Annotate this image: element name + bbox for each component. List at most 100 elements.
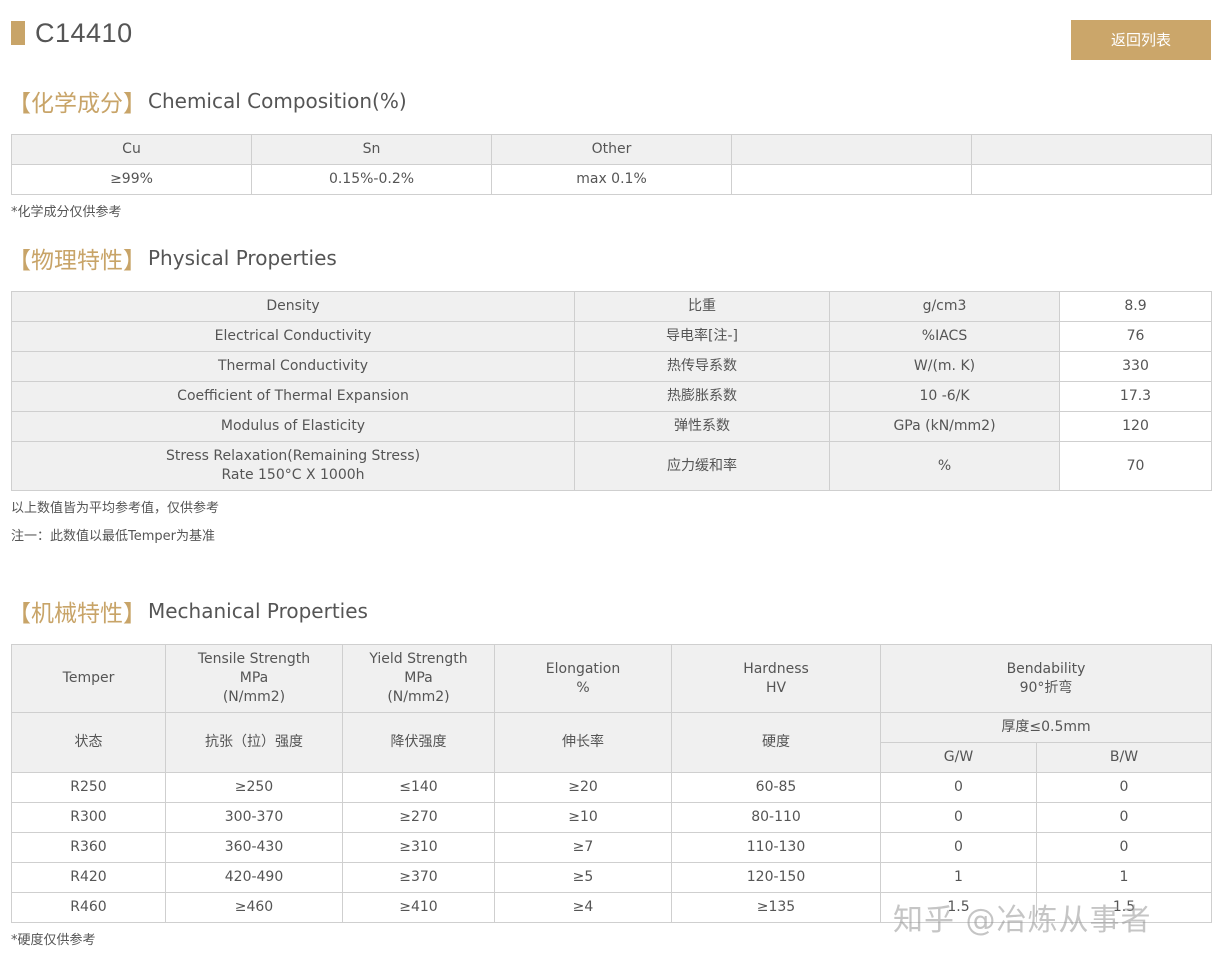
header-elongation: Elongation % bbox=[494, 644, 672, 713]
chemical-heading-cn: 【化学成分】 bbox=[8, 91, 146, 117]
table-row: Density 比重 g/cm3 8.9 bbox=[11, 291, 1212, 322]
header-line: HV bbox=[765, 679, 787, 696]
table-cell: 0 bbox=[1035, 832, 1213, 863]
table-cell: 0 bbox=[880, 772, 1037, 803]
table-cell: ≥4 bbox=[494, 892, 672, 923]
mechanical-heading-en: Mechanical Properties bbox=[148, 599, 368, 623]
header-line: Hardness bbox=[743, 660, 809, 677]
table-cell bbox=[731, 164, 972, 195]
column-header bbox=[731, 134, 972, 165]
header-tensile-cn: 抗张（拉）强度 bbox=[165, 712, 343, 773]
column-header bbox=[971, 134, 1212, 165]
property-unit: GPa (kN/mm2) bbox=[829, 411, 1060, 442]
property-name-line1: Stress Relaxation(Remaining Stress) bbox=[165, 448, 421, 464]
table-cell: R460 bbox=[11, 892, 166, 923]
watermark: 知乎 @冶炼从事者 bbox=[893, 903, 1152, 938]
table-cell bbox=[971, 164, 1212, 195]
table-cell: R420 bbox=[11, 862, 166, 893]
header-tensile-strength: Tensile Strength MPa (N/mm2) bbox=[165, 644, 343, 713]
property-unit: W/(m. K) bbox=[829, 351, 1060, 382]
column-header: Sn bbox=[251, 134, 492, 165]
property-unit: 10 -6/K bbox=[829, 381, 1060, 412]
header-yield-cn: 降伏强度 bbox=[342, 712, 495, 773]
back-to-list-button[interactable]: 返回列表 bbox=[1071, 20, 1211, 60]
table-cell: ≥7 bbox=[494, 832, 672, 863]
table-cell: 0.15%-0.2% bbox=[251, 164, 492, 195]
page-title: C14410 bbox=[35, 17, 133, 48]
table-cell: ≥20 bbox=[494, 772, 672, 803]
mechanical-table: Temper Tensile Strength MPa (N/mm2) Yiel… bbox=[11, 644, 1213, 923]
table-cell: 1 bbox=[1035, 862, 1213, 893]
header-bendability: Bendability 90°折弯 bbox=[879, 644, 1213, 713]
table-cell: 300-370 bbox=[165, 802, 343, 833]
header-line: (N/mm2) bbox=[387, 689, 450, 705]
table-cell: max 0.1% bbox=[491, 164, 732, 195]
physical-table: Density 比重 g/cm3 8.9 Electrical Conducti… bbox=[11, 291, 1212, 491]
property-unit: % bbox=[829, 441, 1060, 491]
table-row: R250 ≥250 ≤140 ≥20 60-85 0 0 bbox=[11, 772, 1213, 803]
header-temper-cn: 状态 bbox=[11, 712, 166, 773]
column-header: Other bbox=[491, 134, 732, 165]
header-thickness: 厚度≤0.5mm bbox=[879, 712, 1213, 743]
table-cell: ≤140 bbox=[342, 772, 495, 803]
header-line: Tensile Strength bbox=[197, 651, 311, 667]
table-row: R420 420-490 ≥370 ≥5 120-150 1 1 bbox=[11, 862, 1213, 893]
header-line: MPa bbox=[404, 670, 433, 686]
property-value: 76 bbox=[1059, 321, 1212, 352]
property-value: 120 bbox=[1059, 411, 1212, 442]
header-hardness-cn: 硬度 bbox=[671, 712, 881, 773]
property-name-cn: 导电率[注-] bbox=[574, 321, 830, 352]
hardness-note: *硬度仅供参考 bbox=[11, 933, 96, 948]
property-name: Modulus of Elasticity bbox=[11, 411, 575, 442]
table-row: R360 360-430 ≥310 ≥7 110-130 0 0 bbox=[11, 832, 1213, 863]
table-cell: ≥10 bbox=[494, 802, 672, 833]
header-bw: B/W bbox=[1035, 742, 1213, 773]
table-cell: ≥250 bbox=[165, 772, 343, 803]
chemical-heading-en: Chemical Composition(%) bbox=[148, 89, 407, 113]
property-name-line2: Rate 150°C X 1000h bbox=[221, 467, 365, 483]
header-line: 90°折弯 bbox=[1019, 679, 1073, 696]
table-cell: ≥370 bbox=[342, 862, 495, 893]
table-row: Temper Tensile Strength MPa (N/mm2) Yiel… bbox=[11, 644, 1213, 713]
mechanical-heading-cn: 【机械特性】 bbox=[8, 601, 146, 627]
table-row: ≥99% 0.15%-0.2% max 0.1% bbox=[11, 164, 1212, 195]
header-temper: Temper bbox=[11, 644, 166, 713]
table-row: 状态 抗张（拉）强度 降伏强度 伸长率 硬度 厚度≤0.5mm bbox=[11, 712, 1213, 773]
property-name: Thermal Conductivity bbox=[11, 351, 575, 382]
property-value: 330 bbox=[1059, 351, 1212, 382]
chemical-heading: 【化学成分】 Chemical Composition(%) bbox=[8, 86, 407, 117]
column-header: Cu bbox=[11, 134, 252, 165]
property-value: 8.9 bbox=[1059, 291, 1212, 322]
header-line: % bbox=[576, 679, 590, 696]
table-cell: 110-130 bbox=[671, 832, 881, 863]
property-unit: g/cm3 bbox=[829, 291, 1060, 322]
property-name-cn: 热传导系数 bbox=[574, 351, 830, 382]
table-row: Cu Sn Other bbox=[11, 134, 1212, 165]
table-cell: 120-150 bbox=[671, 862, 881, 893]
physical-note-average: 以上数值皆为平均参考值，仅供参考 bbox=[11, 501, 220, 516]
property-unit: %IACS bbox=[829, 321, 1060, 352]
table-cell: ≥310 bbox=[342, 832, 495, 863]
table-cell: ≥460 bbox=[165, 892, 343, 923]
table-cell: 0 bbox=[880, 832, 1037, 863]
table-cell: ≥99% bbox=[11, 164, 252, 195]
table-row: Electrical Conductivity 导电率[注-] %IACS 76 bbox=[11, 321, 1212, 352]
property-name: Electrical Conductivity bbox=[11, 321, 575, 352]
property-name: Density bbox=[11, 291, 575, 322]
property-name-cn: 比重 bbox=[574, 291, 830, 322]
table-cell: 0 bbox=[880, 802, 1037, 833]
header-hardness: Hardness HV bbox=[671, 644, 881, 713]
table-cell: ≥5 bbox=[494, 862, 672, 893]
physical-heading: 【物理特性】 Physical Properties bbox=[8, 243, 337, 274]
property-name: Coefficient of Thermal Expansion bbox=[11, 381, 575, 412]
table-cell: ≥270 bbox=[342, 802, 495, 833]
table-row: Thermal Conductivity 热传导系数 W/(m. K) 330 bbox=[11, 351, 1212, 382]
physical-note-temper: 注一：此数值以最低Temper为基准 bbox=[11, 529, 215, 544]
title-bar: C14410 bbox=[11, 18, 133, 48]
table-cell: 0 bbox=[1035, 802, 1213, 833]
table-cell: 0 bbox=[1035, 772, 1213, 803]
header-line: Bendability bbox=[1006, 660, 1086, 677]
mechanical-heading: 【机械特性】 Mechanical Properties bbox=[8, 596, 368, 627]
table-cell: ≥135 bbox=[671, 892, 881, 923]
header-line: (N/mm2) bbox=[222, 689, 286, 705]
